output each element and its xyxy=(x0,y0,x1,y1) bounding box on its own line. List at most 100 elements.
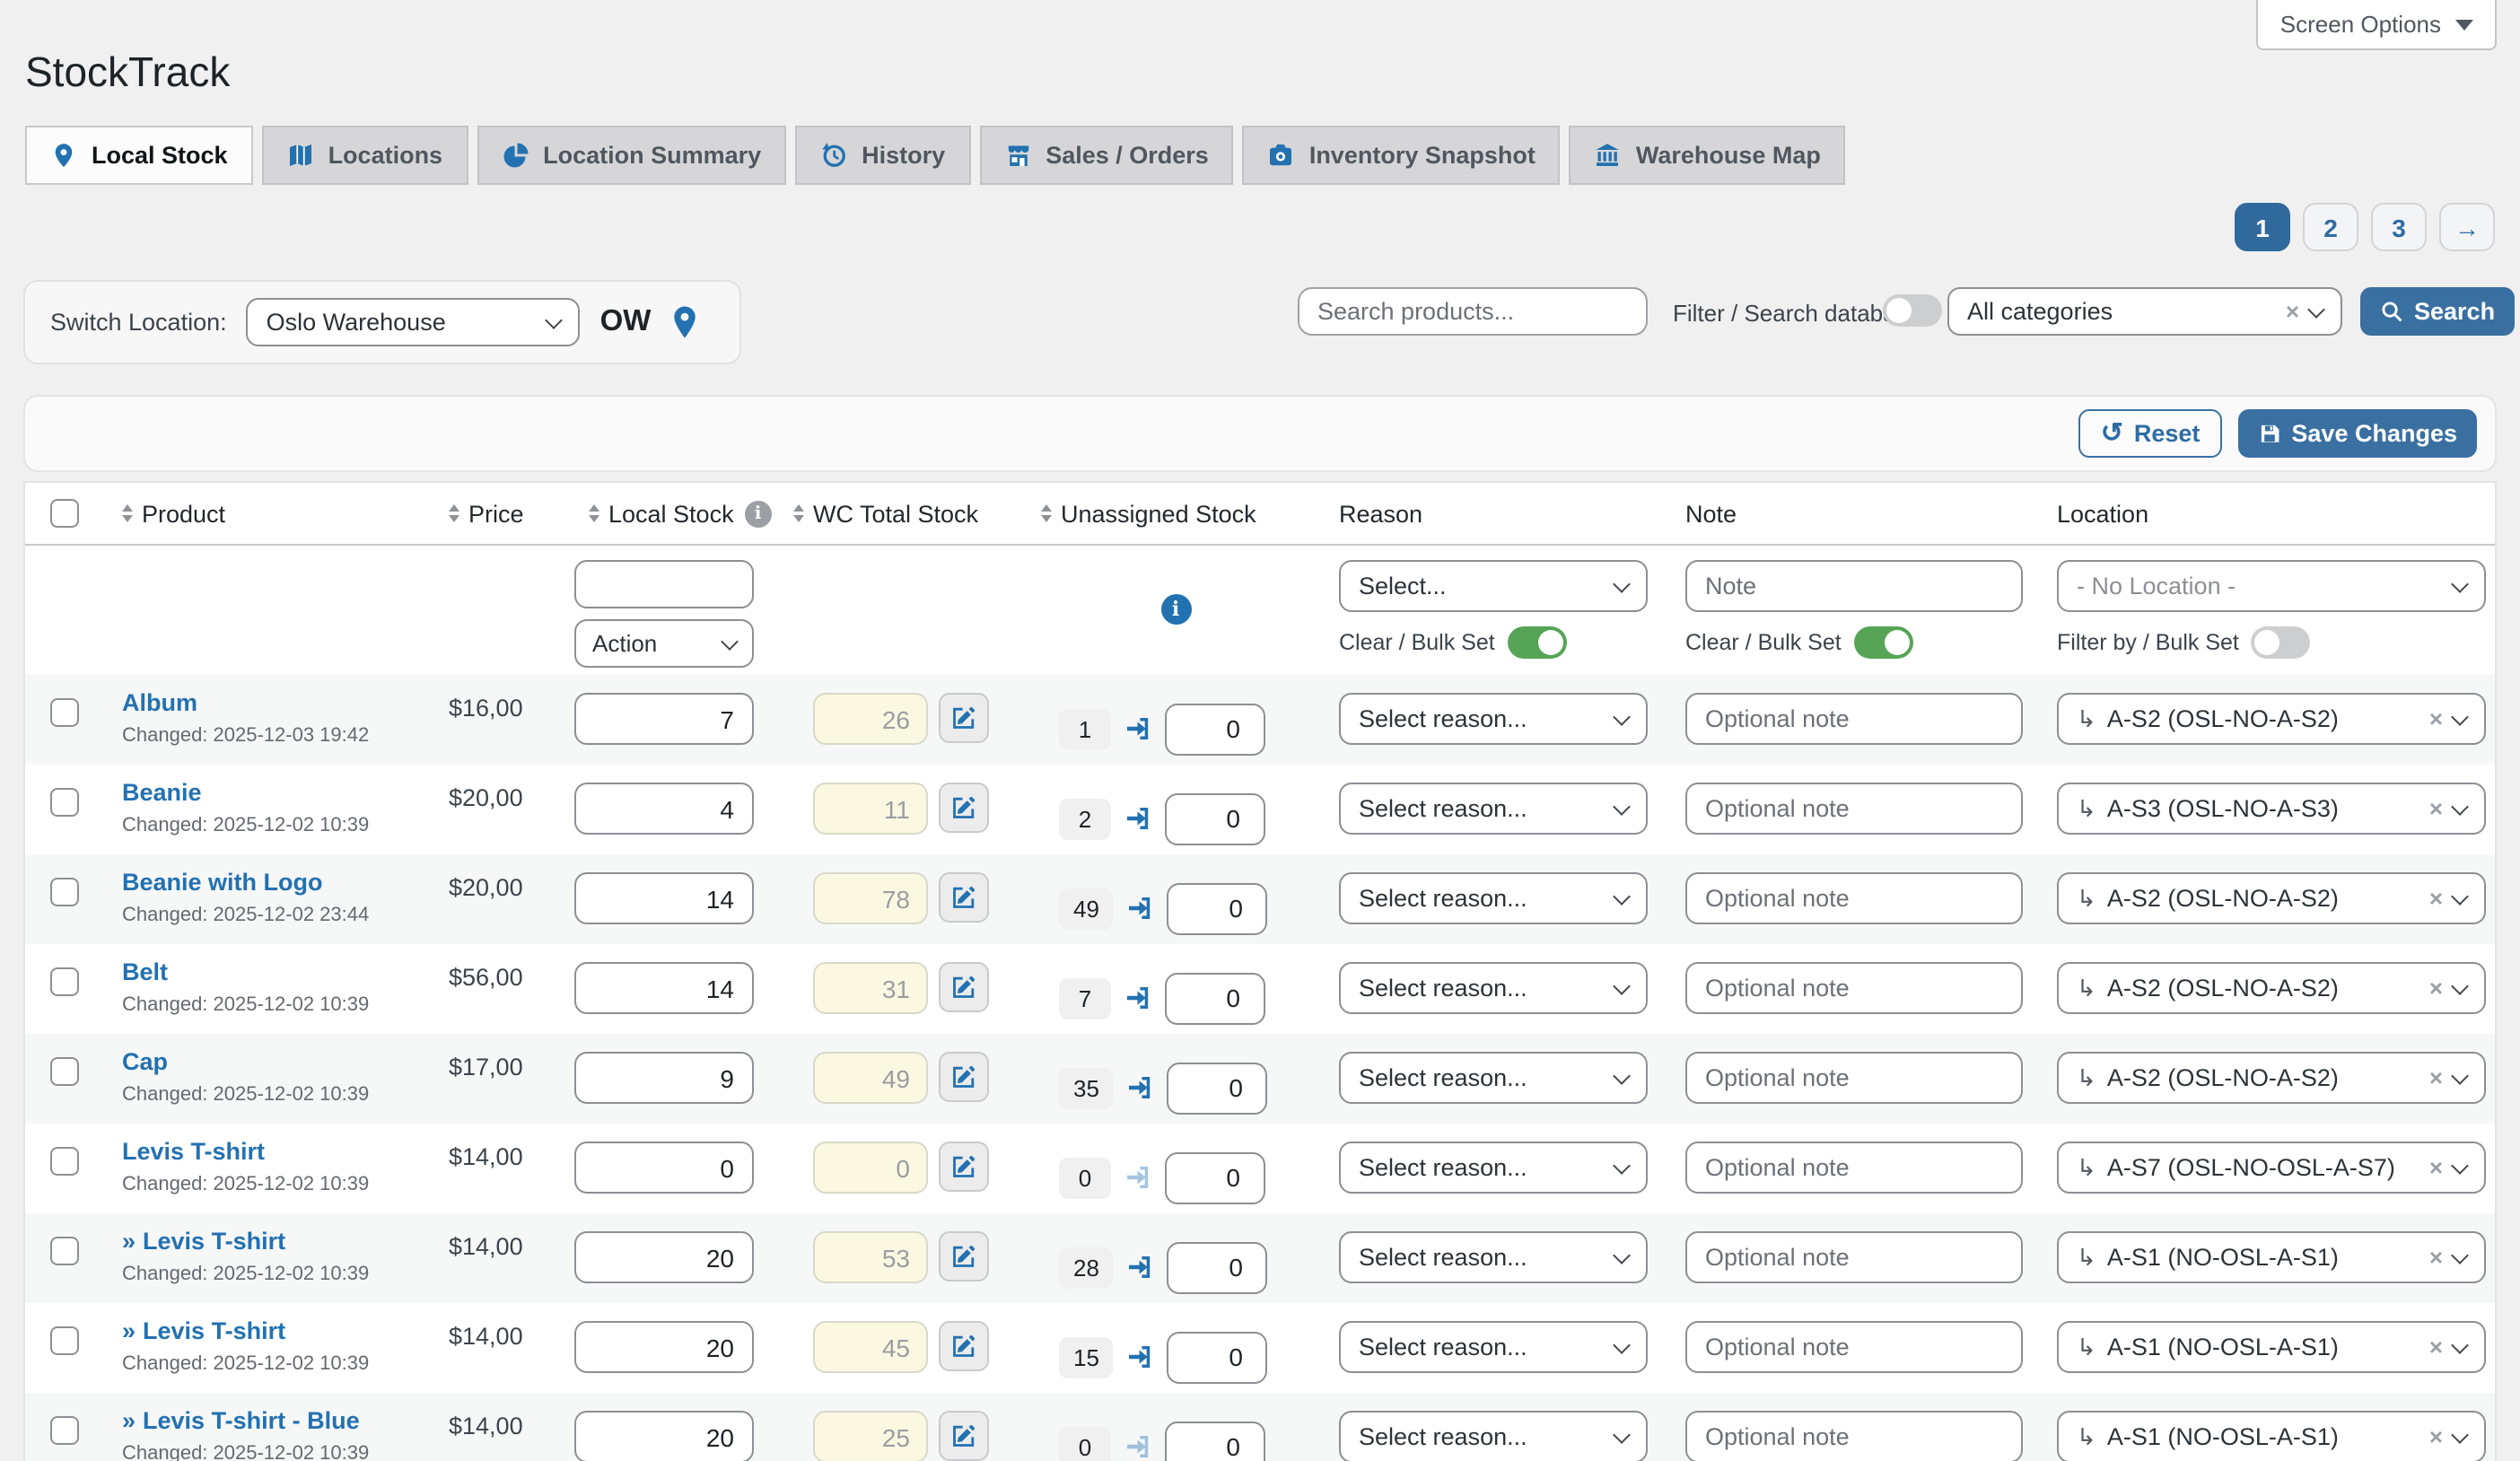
pagination-page-3[interactable]: 3 xyxy=(2371,203,2427,251)
local-stock-input[interactable] xyxy=(574,1142,754,1194)
location-select[interactable]: ↳ A-S1 (NO-OSL-A-S1) × xyxy=(2057,1321,2486,1373)
row-checkbox[interactable] xyxy=(50,1326,79,1355)
note-input[interactable] xyxy=(1685,1321,2023,1373)
edit-stock-button[interactable] xyxy=(939,693,989,743)
clear-icon[interactable]: × xyxy=(2429,705,2443,732)
local-stock-input[interactable] xyxy=(574,693,754,745)
row-checkbox[interactable] xyxy=(50,1057,79,1086)
tab-locations[interactable]: Locations xyxy=(261,126,468,185)
location-filter-bulk-toggle[interactable] xyxy=(2251,626,2311,659)
filter-db-toggle[interactable] xyxy=(1883,294,1942,327)
product-link[interactable]: Levis T-shirt xyxy=(122,1138,265,1165)
row-checkbox[interactable] xyxy=(50,1416,79,1445)
edit-stock-button[interactable] xyxy=(939,1231,989,1282)
row-checkbox[interactable] xyxy=(50,1147,79,1176)
reason-select[interactable]: Select reason... xyxy=(1339,1231,1648,1283)
product-link[interactable]: » Levis T-shirt xyxy=(122,1317,285,1344)
screen-options-button[interactable]: Screen Options xyxy=(2256,0,2497,50)
edit-stock-button[interactable] xyxy=(939,872,989,923)
location-select[interactable]: ↳ A-S2 (OSL-NO-A-S2) × xyxy=(2057,872,2486,924)
adjust-stock-input[interactable] xyxy=(1165,792,1265,844)
reset-button[interactable]: ↺ Reset xyxy=(2078,409,2222,458)
edit-stock-button[interactable] xyxy=(939,962,989,1012)
location-select[interactable]: ↳ A-S2 (OSL-NO-A-S2) × xyxy=(2057,693,2486,745)
reason-select[interactable]: Select reason... xyxy=(1339,783,1648,835)
bulk-action-select[interactable]: Action xyxy=(574,619,754,668)
clear-icon[interactable]: × xyxy=(2429,1334,2443,1360)
clear-icon[interactable]: × xyxy=(2429,1154,2443,1181)
note-input[interactable] xyxy=(1685,1052,2023,1104)
reason-select[interactable]: Select reason... xyxy=(1339,1321,1648,1373)
transfer-in-icon[interactable] xyxy=(1124,804,1152,833)
tab-warehouse-map[interactable]: Warehouse Map xyxy=(1569,126,1846,185)
bulk-reason-select[interactable]: Select... xyxy=(1339,560,1648,612)
adjust-stock-input[interactable] xyxy=(1165,703,1265,755)
clear-icon[interactable]: × xyxy=(2429,1244,2443,1271)
local-stock-input[interactable] xyxy=(574,783,754,835)
product-link[interactable]: Cap xyxy=(122,1048,168,1075)
save-changes-button[interactable]: Save Changes xyxy=(2237,409,2477,458)
location-select[interactable]: ↳ A-S1 (NO-OSL-A-S1) × xyxy=(2057,1231,2486,1283)
reason-select[interactable]: Select reason... xyxy=(1339,693,1648,745)
header-unassigned[interactable]: Unassigned Stock xyxy=(1061,500,1256,527)
sort-icon[interactable] xyxy=(793,504,804,522)
transfer-in-icon[interactable] xyxy=(1126,1253,1155,1282)
sort-icon[interactable] xyxy=(1041,504,1052,522)
tab-local-stock[interactable]: Local Stock xyxy=(25,126,253,185)
adjust-stock-input[interactable] xyxy=(1167,1331,1268,1383)
tab-location-summary[interactable]: Location Summary xyxy=(477,126,787,185)
location-select[interactable]: ↳ A-S1 (NO-OSL-A-S1) × xyxy=(2057,1411,2486,1461)
reason-select[interactable]: Select reason... xyxy=(1339,962,1648,1014)
row-checkbox[interactable] xyxy=(50,967,79,996)
edit-stock-button[interactable] xyxy=(939,783,989,833)
local-stock-input[interactable] xyxy=(574,1231,754,1283)
note-input[interactable] xyxy=(1685,1411,2023,1461)
transfer-in-icon[interactable] xyxy=(1126,894,1155,923)
sort-icon[interactable] xyxy=(589,504,599,522)
note-input[interactable] xyxy=(1685,1142,2023,1194)
product-link[interactable]: » Levis T-shirt xyxy=(122,1228,285,1255)
row-checkbox[interactable] xyxy=(50,698,79,727)
transfer-in-icon[interactable] xyxy=(1126,1343,1155,1371)
note-input[interactable] xyxy=(1685,962,2023,1014)
transfer-in-icon[interactable] xyxy=(1124,1163,1152,1192)
local-stock-input[interactable] xyxy=(574,1321,754,1373)
clear-icon[interactable]: × xyxy=(2429,975,2443,1002)
pagination-page-2[interactable]: 2 xyxy=(2303,203,2358,251)
location-select[interactable]: ↳ A-S2 (OSL-NO-A-S2) × xyxy=(2057,1052,2486,1104)
tab-inventory-snapshot[interactable]: Inventory Snapshot xyxy=(1242,126,1561,185)
header-price[interactable]: Price xyxy=(468,500,524,527)
product-link[interactable]: » Levis T-shirt - Blue xyxy=(122,1407,360,1434)
tab-sales-orders[interactable]: Sales / Orders xyxy=(979,126,1234,185)
adjust-stock-input[interactable] xyxy=(1167,1062,1268,1114)
note-clear-bulk-toggle[interactable] xyxy=(1853,626,1913,659)
sort-icon[interactable] xyxy=(449,504,459,522)
search-input[interactable] xyxy=(1298,287,1648,336)
edit-stock-button[interactable] xyxy=(939,1052,989,1102)
adjust-stock-input[interactable] xyxy=(1167,882,1268,934)
bulk-stock-input[interactable] xyxy=(574,560,754,608)
select-all-checkbox[interactable] xyxy=(50,499,79,528)
row-checkbox[interactable] xyxy=(50,788,79,817)
product-link[interactable]: Beanie with Logo xyxy=(122,869,323,896)
adjust-stock-input[interactable] xyxy=(1165,1151,1265,1203)
info-icon[interactable]: i xyxy=(1160,594,1191,625)
info-icon[interactable]: i xyxy=(744,500,772,527)
note-input[interactable] xyxy=(1685,693,2023,745)
local-stock-input[interactable] xyxy=(574,872,754,924)
transfer-in-icon[interactable] xyxy=(1124,984,1152,1012)
transfer-in-icon[interactable] xyxy=(1124,714,1152,743)
header-product[interactable]: Product xyxy=(142,500,225,527)
pagination-next-button[interactable]: → xyxy=(2439,203,2495,251)
reason-select[interactable]: Select reason... xyxy=(1339,872,1648,924)
header-wc-total[interactable]: WC Total Stock xyxy=(813,500,978,527)
local-stock-input[interactable] xyxy=(574,1052,754,1104)
note-input[interactable] xyxy=(1685,1231,2023,1283)
clear-icon[interactable]: × xyxy=(2429,1064,2443,1091)
product-link[interactable]: Belt xyxy=(122,958,168,985)
clear-icon[interactable]: × xyxy=(2429,795,2443,822)
adjust-stock-input[interactable] xyxy=(1165,972,1265,1024)
search-button[interactable]: Search xyxy=(2360,287,2516,336)
local-stock-input[interactable] xyxy=(574,1411,754,1461)
edit-stock-button[interactable] xyxy=(939,1142,989,1192)
